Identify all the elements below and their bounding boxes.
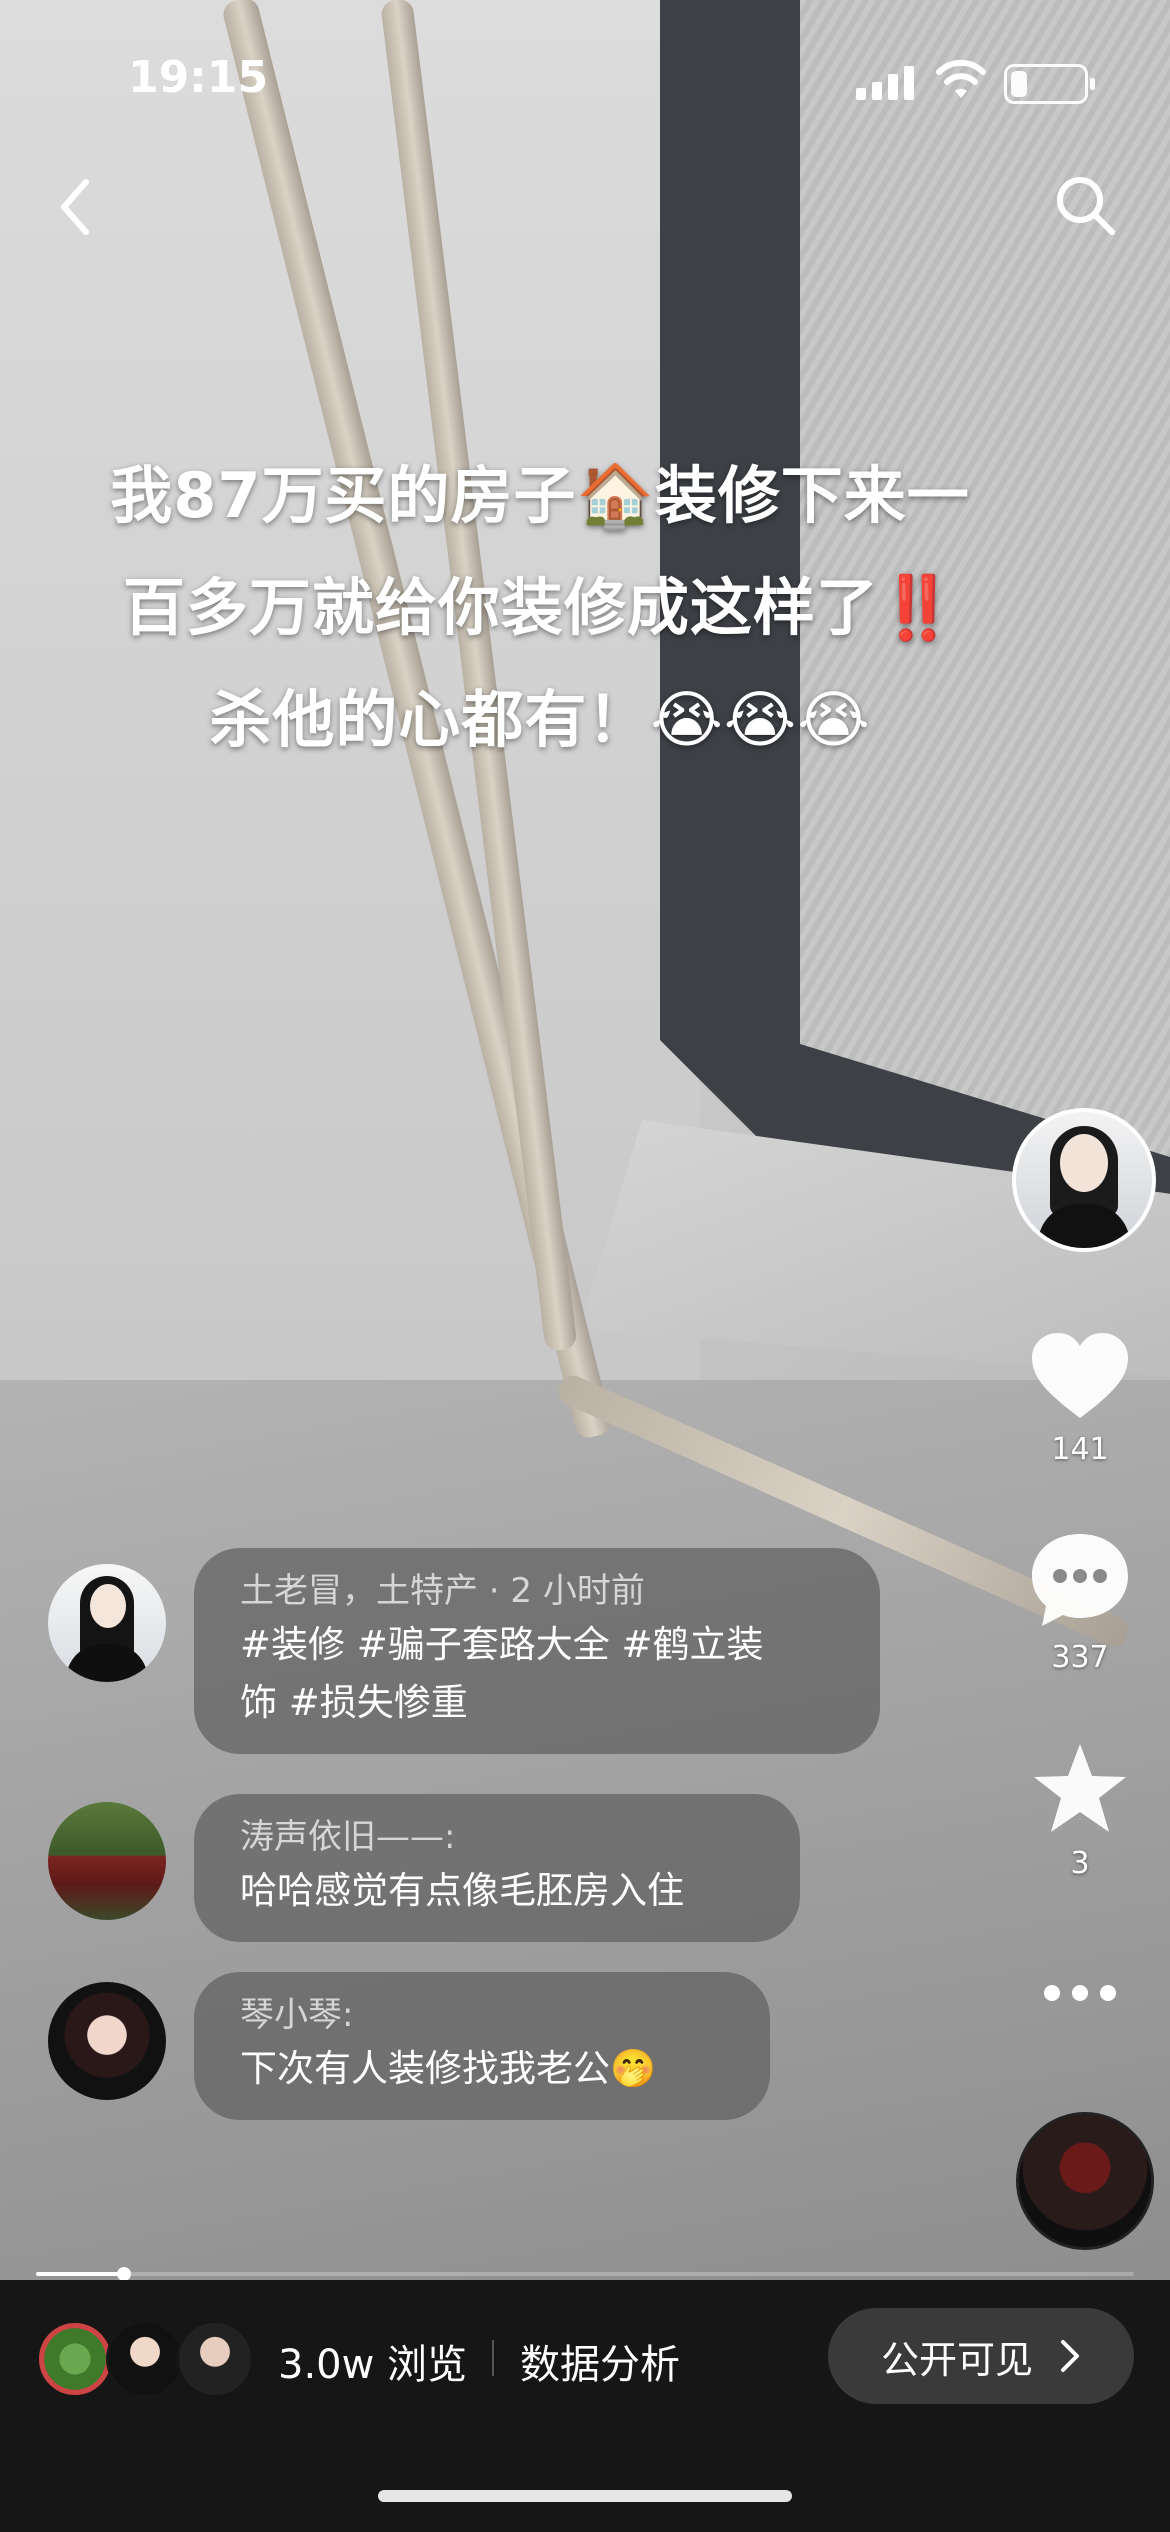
favorite-count: 3 — [1070, 1846, 1090, 1881]
video-progress-bar[interactable] — [36, 2267, 1134, 2281]
comment-text: 哈哈感觉有点像毛胚房入住 — [240, 1869, 684, 1912]
comment-author: 土老冒，土特产 · 2 小时前 — [240, 1571, 645, 1611]
battery-level — [1011, 71, 1027, 97]
comment-text: 下次有人装修找我老公🤭 — [240, 2047, 657, 2090]
avatar — [176, 2320, 254, 2398]
caption-line: 杀他的心都有！😭😭😭 — [209, 683, 871, 756]
favorite-button[interactable]: 3 — [1010, 1740, 1150, 1881]
chevron-right-icon — [1061, 2340, 1079, 2372]
like-button[interactable]: 141 — [1010, 1330, 1150, 1467]
video-caption: 我87万买的房子🏠装修下来一 百多万就给你装修成这样了‼️ 杀他的心都有！😭😭😭 — [40, 440, 1040, 776]
heart-icon — [1032, 1333, 1128, 1418]
avatar — [36, 2320, 114, 2398]
avatar[interactable] — [48, 1982, 166, 2100]
comment-bubble: 琴小琴: 下次有人装修找我老公🤭 — [194, 1972, 770, 2120]
search-icon[interactable] — [1050, 170, 1122, 242]
visibility-label: 公开可见 — [880, 2337, 1033, 2382]
visibility-button[interactable]: 公开可见 — [828, 2308, 1134, 2404]
star-icon — [1034, 1744, 1126, 1832]
music-disc-icon[interactable] — [1016, 2112, 1154, 2250]
comment-text: 饰 #损失惨重 — [240, 1681, 468, 1724]
comment-text: #装修 #骗子套路大全 #鹤立装 — [240, 1623, 764, 1666]
avatar — [106, 2320, 184, 2398]
comment-button[interactable]: 337 — [1010, 1530, 1150, 1675]
avatar[interactable] — [48, 1564, 166, 1682]
more-icon — [1010, 1985, 1150, 2001]
comment-bubble: 涛声依旧——: 哈哈感觉有点像毛胚房入住 — [194, 1794, 800, 1942]
progress-knob[interactable] — [116, 2267, 131, 2281]
home-indicator[interactable] — [378, 2490, 792, 2502]
comment-bubble: 土老冒，土特产 · 2 小时前 #装修 #骗子套路大全 #鹤立装 饰 #损失惨重 — [194, 1548, 880, 1754]
view-count[interactable]: 3.0w 浏览 — [278, 2332, 467, 2390]
battery-icon — [1004, 64, 1095, 104]
author-avatar[interactable] — [1012, 1108, 1156, 1252]
wifi-icon — [936, 59, 986, 98]
viewer-avatars[interactable] — [36, 2320, 254, 2398]
data-analysis-link[interactable]: 数据分析 — [520, 2332, 680, 2390]
like-count: 141 — [1051, 1432, 1109, 1467]
status-time: 19:15 — [128, 52, 269, 103]
caption-line: 百多万就给你装修成这样了‼️ — [122, 571, 958, 644]
comment-author: 涛声依旧——: — [240, 1817, 456, 1857]
more-button[interactable] — [1010, 1985, 1150, 2001]
status-bar: 19:15 — [0, 52, 1170, 112]
comment-author: 琴小琴: — [240, 1995, 354, 2035]
back-chevron-left-icon[interactable] — [48, 172, 108, 242]
progress-fill — [36, 2272, 124, 2276]
caption-line: 我87万买的房子🏠装修下来一 — [110, 459, 970, 532]
avatar[interactable] — [48, 1802, 166, 1920]
divider — [492, 2340, 494, 2376]
comment-icon — [1032, 1534, 1128, 1626]
comment-count: 337 — [1051, 1640, 1109, 1675]
cellular-signal-icon — [856, 64, 916, 100]
